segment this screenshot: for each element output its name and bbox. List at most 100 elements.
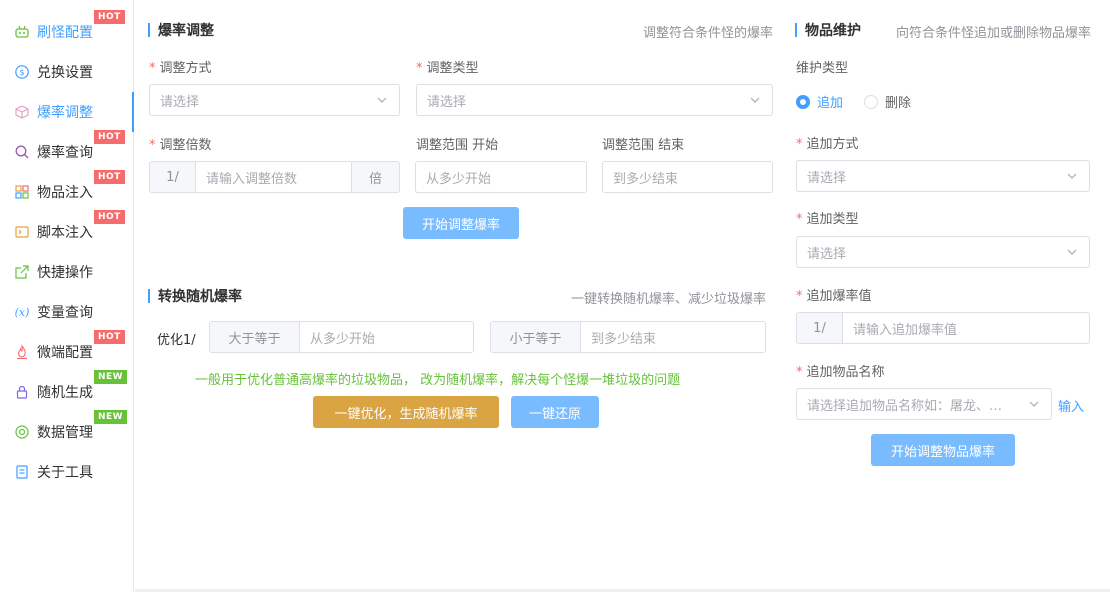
gte-input-group: 大于等于 从多少开始 — [209, 321, 474, 353]
add-rate-input-group: 1/ 请输入追加爆率值 — [796, 312, 1090, 344]
gte-prefix: 大于等于 — [210, 322, 300, 352]
select-placeholder: 请选择 — [807, 170, 847, 186]
new-badge: NEW — [94, 410, 128, 424]
sidebar-item-label: 物品注入 — [37, 185, 93, 201]
sidebar-item-spawn-config[interactable]: 刷怪配置 HOT — [0, 10, 134, 52]
item-maint-header: 物品维护 — [795, 21, 861, 39]
section-title: 爆率调整 — [158, 23, 214, 39]
input-link[interactable]: 输入 — [1058, 396, 1084, 415]
multiplier-input[interactable]: 请输入调整倍数 — [196, 162, 351, 192]
adjust-method-label: * 调整方式 — [149, 61, 212, 76]
optimize-random-rate-button[interactable]: 一键优化，生成随机爆率 — [313, 396, 499, 428]
sidebar-item-label: 微端配置 — [37, 345, 93, 361]
sidebar-item-exchange-settings[interactable]: $ 兑换设置 — [0, 52, 134, 92]
sidebar-item-label: 刷怪配置 — [37, 25, 93, 41]
sidebar-item-item-inject[interactable]: 物品注入 HOT — [0, 170, 134, 212]
sidebar-item-quick-ops[interactable]: 快捷操作 — [0, 252, 134, 292]
svg-text:$: $ — [19, 68, 24, 77]
sidebar-item-label: 随机生成 — [37, 385, 93, 401]
adjust-type-select[interactable]: 请选择 — [416, 84, 773, 116]
search-icon — [14, 144, 30, 160]
section-description: 向符合条件怪追加或删除物品爆率 — [896, 26, 1092, 41]
multiplier-input-group: 1/ 请输入调整倍数 倍 — [149, 161, 400, 193]
hot-badge: HOT — [94, 210, 125, 224]
sidebar-item-label: 脚本注入 — [37, 225, 93, 241]
hot-badge: HOT — [94, 130, 125, 144]
sidebar: 刷怪配置 HOT $ 兑换设置 爆率调整 爆率查询 HOT 物品注入 HOT 脚… — [0, 0, 134, 592]
hot-badge: HOT — [94, 170, 125, 184]
sidebar-item-label: 爆率调整 — [37, 105, 93, 121]
multiplier-prefix: 1/ — [150, 162, 196, 192]
sidebar-item-variable-query[interactable]: (x) 变量查询 — [0, 292, 134, 332]
item-name-label: * 追加物品名称 — [796, 365, 885, 380]
new-badge: NEW — [94, 370, 128, 384]
add-rate-input[interactable]: 请输入追加爆率值 — [843, 313, 1089, 343]
random-rate-header: 转换随机爆率 — [148, 287, 242, 305]
adjust-type-label: * 调整类型 — [416, 61, 479, 76]
sidebar-item-rate-adjust[interactable]: 爆率调整 — [0, 92, 134, 132]
external-link-icon — [14, 264, 30, 280]
radio-dot — [796, 94, 810, 109]
item-name-select[interactable]: 请选择追加物品名称如：屠龙、… — [796, 388, 1052, 420]
lte-input[interactable]: 到多少结束 — [581, 322, 765, 352]
coin-icon: $ — [14, 64, 30, 80]
add-rate-label: * 追加爆率值 — [796, 289, 872, 304]
add-method-select[interactable]: 请选择 — [796, 160, 1090, 192]
terminal-icon — [14, 224, 30, 240]
svg-text:(x): (x) — [15, 306, 30, 319]
sidebar-item-client-config[interactable]: 微端配置 HOT — [0, 330, 134, 372]
sidebar-item-data-manage[interactable]: 数据管理 NEW — [0, 410, 134, 452]
radio-delete[interactable]: 删除 — [864, 92, 911, 111]
range-end-input[interactable]: 到多少结束 — [602, 161, 773, 193]
hot-badge: HOT — [94, 10, 125, 24]
sidebar-item-label: 兑换设置 — [37, 65, 93, 81]
random-rate-note: 一般用于优化普通高爆率的垃圾物品， 改为随机爆率，解决每个怪爆一堆垃圾的问题 — [195, 373, 681, 388]
section-description: 调整符合条件怪的爆率 — [643, 26, 774, 41]
adjust-method-select[interactable]: 请选择 — [149, 84, 400, 116]
hot-badge: HOT — [94, 330, 125, 344]
main-content: 爆率调整 调整符合条件怪的爆率 * 调整方式 请选择 * 调整类型 请选择 * 调整倍… — [135, 0, 1110, 592]
chevron-down-icon — [748, 93, 762, 107]
chevron-down-icon — [1027, 397, 1041, 411]
gte-input[interactable]: 从多少开始 — [300, 322, 473, 352]
database-icon — [14, 424, 30, 440]
sidebar-item-label: 关于工具 — [37, 465, 93, 481]
section-accent-bar — [148, 289, 150, 303]
lte-prefix: 小于等于 — [491, 322, 581, 352]
sidebar-item-rate-query[interactable]: 爆率查询 HOT — [0, 130, 134, 172]
sidebar-item-label: 爆率查询 — [37, 145, 93, 161]
optimize-label: 优化1/ — [157, 333, 196, 348]
grid-icon — [14, 184, 30, 200]
range-end-label: 调整范围 结束 — [602, 138, 685, 153]
chevron-down-icon — [1065, 245, 1079, 259]
lock-icon — [14, 384, 30, 400]
cube-icon — [14, 104, 30, 120]
multiplier-label: * 调整倍数 — [149, 138, 212, 153]
range-start-input[interactable]: 从多少开始 — [415, 161, 587, 193]
chevron-down-icon — [375, 93, 389, 107]
select-placeholder: 请选择 — [160, 94, 200, 110]
maint-type-label: 维护类型 — [796, 61, 849, 76]
sidebar-item-label: 快捷操作 — [37, 265, 93, 281]
select-placeholder: 请选择 — [427, 94, 467, 110]
robot-icon — [14, 24, 30, 40]
chevron-down-icon — [1065, 169, 1079, 183]
add-type-label: * 追加类型 — [796, 212, 859, 227]
range-start-label: 调整范围 开始 — [416, 138, 499, 153]
add-type-select[interactable]: 请选择 — [796, 236, 1090, 268]
sidebar-item-label: 数据管理 — [37, 425, 93, 441]
sidebar-item-about[interactable]: 关于工具 — [0, 452, 134, 492]
sidebar-item-random-generate[interactable]: 随机生成 NEW — [0, 370, 134, 412]
start-adjust-rate-button[interactable]: 开始调整爆率 — [403, 207, 519, 239]
select-placeholder: 请选择 — [807, 246, 847, 262]
restore-button[interactable]: 一键还原 — [511, 396, 599, 428]
sidebar-item-script-inject[interactable]: 脚本注入 HOT — [0, 210, 134, 252]
radio-label: 追加 — [817, 96, 844, 111]
select-placeholder: 请选择追加物品名称如：屠龙、… — [807, 398, 1003, 414]
start-adjust-item-rate-button[interactable]: 开始调整物品爆率 — [871, 434, 1015, 466]
radio-add[interactable]: 追加 — [796, 92, 843, 111]
sidebar-item-label: 变量查询 — [37, 305, 93, 321]
rate-adjust-header: 爆率调整 — [148, 21, 214, 39]
variable-icon: (x) — [14, 304, 30, 320]
section-accent-bar — [795, 23, 797, 37]
